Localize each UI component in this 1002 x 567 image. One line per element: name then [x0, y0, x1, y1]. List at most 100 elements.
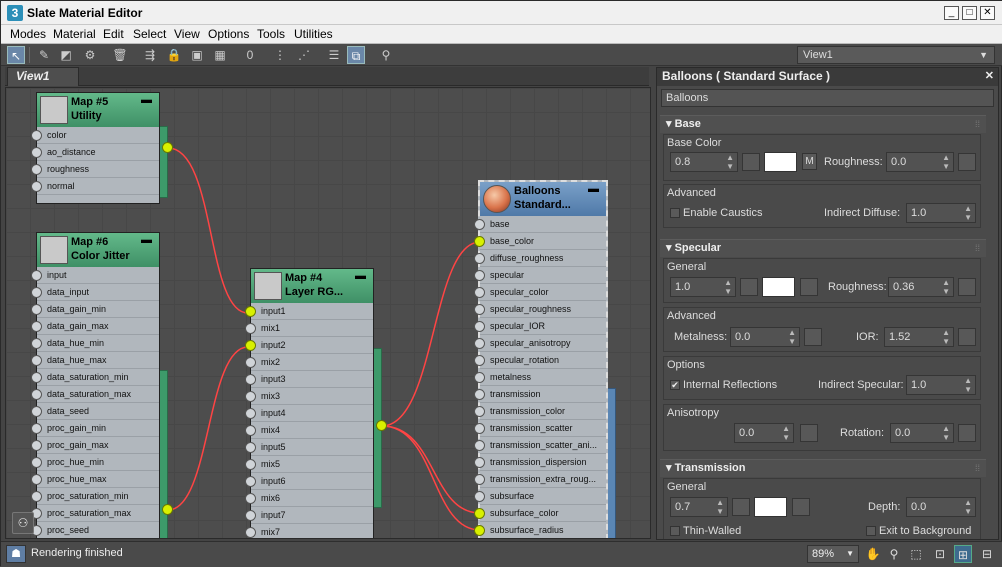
input-socket[interactable] [474, 457, 485, 468]
slot-icon[interactable]: 0 [241, 46, 259, 64]
input-socket[interactable] [31, 164, 42, 175]
input-socket[interactable] [474, 491, 485, 502]
menu-view[interactable]: View [174, 27, 200, 41]
node-slot[interactable]: transmission_scatter [474, 420, 606, 437]
node-slot[interactable]: input3 [245, 371, 373, 388]
node-slot[interactable]: metalness [474, 369, 606, 386]
node-slot[interactable]: mix3 [245, 388, 373, 405]
menu-select[interactable]: Select [133, 27, 166, 41]
pan-hand-icon[interactable]: ✋ [864, 545, 882, 563]
node-slot[interactable]: diffuse_roughness [474, 250, 606, 267]
input-socket[interactable] [31, 304, 42, 315]
specular-roughness-map-button[interactable] [958, 278, 976, 296]
node-slot[interactable]: mix2 [245, 354, 373, 371]
indirect-specular-spinner[interactable]: 1.0 ▲ ▼ [906, 375, 976, 395]
input-socket[interactable] [31, 181, 42, 192]
node-slot[interactable]: specular [474, 267, 606, 284]
node-slot[interactable]: transmission_extra_roug... [474, 471, 606, 488]
node-slot[interactable]: data_gain_min [31, 301, 159, 318]
rollout-base-header[interactable]: ▾ Base ⁞⁞ [660, 115, 986, 133]
maximize-button[interactable]: □ [962, 6, 977, 20]
node-slot[interactable]: data_hue_max [31, 352, 159, 369]
node-slot[interactable]: data_gain_max [31, 318, 159, 335]
node-slot[interactable]: ao_distance [31, 144, 159, 161]
collapse-icon[interactable]: ▬ [588, 183, 599, 195]
input-socket[interactable] [474, 406, 485, 417]
node-slot[interactable]: input1 [245, 303, 373, 320]
rotation-spinner[interactable]: 0.0 ▲ ▼ [890, 423, 954, 443]
thin-walled-checkbox[interactable] [670, 526, 680, 536]
minimize-button[interactable]: _ [944, 6, 959, 20]
anisotropy-spinner[interactable]: 0.0 ▲ ▼ [734, 423, 794, 443]
node-slot[interactable]: proc_seed [31, 522, 159, 538]
tab-view1[interactable]: View1 [7, 67, 79, 86]
input-socket-connected[interactable] [474, 508, 485, 519]
node-slot[interactable]: color [31, 127, 159, 144]
node-map4-layer-rgba[interactable]: Map #4 Layer RG... ▬ input1 mix1 input2 … [245, 268, 374, 538]
rotation-map-button[interactable] [958, 424, 976, 442]
input-socket-connected[interactable] [245, 340, 256, 351]
indirect-diffuse-spinner[interactable]: 1.0 ▲ ▼ [906, 203, 976, 223]
input-socket[interactable] [245, 510, 256, 521]
node-slot[interactable]: data_hue_min [31, 335, 159, 352]
node-slot[interactable]: mix7 [245, 524, 373, 538]
node-slot[interactable]: transmission_scatter_ani... [474, 437, 606, 454]
layout-vertical-icon[interactable]: ⋮ [271, 46, 289, 64]
input-socket[interactable] [474, 423, 485, 434]
collapse-icon[interactable]: ▬ [141, 94, 152, 106]
spinner-arrows-icon[interactable]: ▲ ▼ [716, 498, 724, 516]
input-socket[interactable] [245, 493, 256, 504]
transmission-weight-spinner[interactable]: 0.7 ▲ ▼ [670, 497, 728, 517]
view-select-dropdown[interactable]: View1 ▼ [797, 46, 995, 64]
node-slot[interactable]: data_saturation_min [31, 369, 159, 386]
node-header[interactable]: Map #4 Layer RG... ▬ [251, 269, 373, 303]
node-slot[interactable]: input2 [245, 337, 373, 354]
node-slot[interactable]: base [474, 216, 606, 233]
node-slot[interactable]: proc_hue_min [31, 454, 159, 471]
node-slot[interactable]: subsurface [474, 488, 606, 505]
node-slot[interactable]: mix6 [245, 490, 373, 507]
output-socket[interactable] [376, 420, 387, 431]
assign-material-icon[interactable]: ◩ [57, 46, 75, 64]
node-map5-utility[interactable]: Map #5 Utility ▬ color ao_distance rough… [31, 92, 160, 204]
input-socket[interactable] [31, 389, 42, 400]
input-socket[interactable] [474, 389, 485, 400]
input-socket[interactable] [474, 355, 485, 366]
put-to-scene-icon[interactable]: ⚙ [81, 46, 99, 64]
move-children-icon[interactable]: ⇶ [141, 46, 159, 64]
ior-spinner[interactable]: 1.52 ▲ ▼ [884, 327, 954, 347]
specular-color-map-button[interactable] [800, 278, 818, 296]
input-socket[interactable] [31, 406, 42, 417]
input-socket[interactable] [245, 357, 256, 368]
ior-map-button[interactable] [958, 328, 976, 346]
node-slot[interactable]: data_saturation_max [31, 386, 159, 403]
node-slot[interactable]: proc_hue_max [31, 471, 159, 488]
spinner-arrows-icon[interactable]: ▲ ▼ [942, 424, 950, 442]
base-roughness-spinner[interactable]: 0.0 ▲ ▼ [886, 152, 954, 172]
input-socket[interactable] [245, 391, 256, 402]
exit-to-background-checkbox[interactable] [866, 526, 876, 536]
base-color-swatch[interactable] [764, 152, 797, 172]
input-socket[interactable] [31, 355, 42, 366]
input-socket[interactable] [474, 287, 485, 298]
menu-tools[interactable]: Tools [257, 27, 285, 41]
node-slot[interactable]: mix4 [245, 422, 373, 439]
parameter-editor-icon[interactable]: ☰ [325, 46, 343, 64]
view-options-icon[interactable]: ⊟ [978, 545, 996, 563]
input-socket-connected[interactable] [245, 306, 256, 317]
input-socket[interactable] [245, 374, 256, 385]
checker-icon[interactable]: ▦ [211, 46, 229, 64]
specular-weight-spinner[interactable]: 1.0 ▲ ▼ [670, 277, 736, 297]
rollout-specular-header[interactable]: ▾ Specular ⁞⁞ [660, 239, 986, 257]
input-socket[interactable] [31, 147, 42, 158]
render-status-icon[interactable]: ☗ [6, 545, 26, 563]
transmission-color-map-button[interactable] [792, 498, 810, 516]
metalness-spinner[interactable]: 0.0 ▲ ▼ [730, 327, 800, 347]
transmission-weight-map-button[interactable] [732, 498, 750, 516]
node-slot[interactable]: mix5 [245, 456, 373, 473]
node-slot[interactable]: mix1 [245, 320, 373, 337]
input-socket[interactable] [245, 459, 256, 470]
zoom-extents-selected-icon[interactable]: ⊞ [954, 545, 972, 563]
node-slot[interactable]: roughness [31, 161, 159, 178]
close-button[interactable]: ✕ [980, 6, 995, 20]
